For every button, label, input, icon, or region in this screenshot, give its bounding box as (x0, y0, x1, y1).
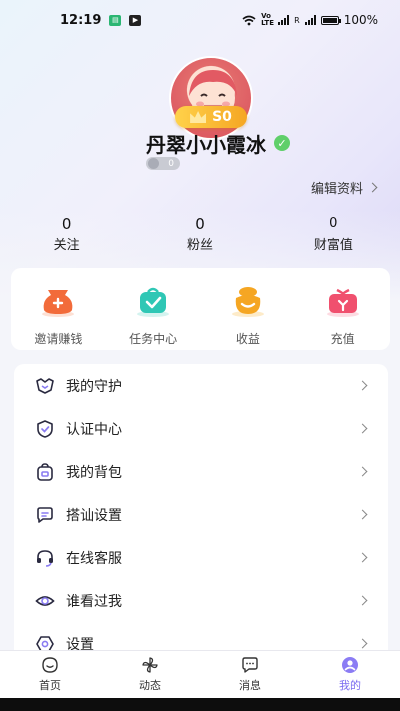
home-icon (42, 657, 58, 673)
stat-value: 0 (329, 216, 338, 231)
chevron-right-icon (357, 552, 368, 563)
level-value: 0 (168, 158, 174, 169)
menu-item-greeting-settings[interactable]: 搭讪设置 (14, 493, 388, 536)
roaming-label: R (294, 15, 300, 25)
tab-feed[interactable]: 动态 (100, 651, 200, 698)
stat-value: 0 (195, 215, 205, 233)
headset-icon (37, 549, 53, 567)
tab-label: 动态 (139, 679, 161, 692)
shield-check-icon (37, 419, 53, 438)
menu-label: 搭讪设置 (66, 507, 122, 524)
menu-label: 在线客服 (66, 550, 122, 567)
chevron-right-icon (357, 509, 368, 520)
menu-item-customer-service[interactable]: 在线客服 (14, 536, 388, 579)
tab-label: 消息 (239, 679, 261, 692)
signal-icon-2 (304, 15, 316, 25)
stat-label: 财富值 (313, 238, 353, 253)
eye-icon (35, 595, 55, 606)
menu-list: 我的守护 认证中心 我的背包 搭讪设置 在线客服 谁看过我 设置 (14, 364, 388, 664)
guard-icon (36, 377, 54, 394)
shortcut-earnings[interactable]: 收益 (201, 268, 296, 350)
notification-app-icon: ▤ (109, 14, 122, 26)
profile-icon (342, 657, 358, 673)
youtube-icon: ▶ (129, 14, 142, 26)
tab-messages[interactable]: 消息 (200, 651, 300, 698)
chevron-right-icon (357, 466, 368, 477)
status-bar: 12:19 ▤ ▶ Vo LTE R 100% (0, 0, 400, 40)
username-row: 丹翠小小霞冰 ✓ (146, 128, 290, 158)
tab-me[interactable]: 我的 (300, 651, 400, 698)
level-badge: S0 (175, 106, 247, 128)
shortcut-card: 邀请赚钱 任务中心 收益 充值 (11, 268, 390, 350)
money-bag-icon (42, 290, 75, 317)
level-pill: 0 (146, 157, 180, 170)
shortcut-invite[interactable]: 邀请赚钱 (11, 268, 106, 350)
message-icon (242, 657, 258, 673)
chevron-right-icon (357, 380, 368, 391)
crown-icon (190, 111, 207, 123)
stat-label: 关注 (53, 238, 80, 253)
tab-home[interactable]: 首页 (0, 651, 100, 698)
shortcut-recharge[interactable]: 充值 (295, 268, 390, 350)
battery-icon (320, 15, 341, 25)
wifi-icon (242, 15, 256, 25)
menu-label: 我的背包 (66, 464, 122, 481)
system-nav-bar (0, 698, 400, 711)
backpack-icon (37, 462, 53, 481)
stat-wealth[interactable]: 0 财富值 (267, 214, 400, 256)
signal-icon (278, 15, 290, 25)
shortcut-label: 任务中心 (129, 332, 178, 346)
tab-label: 首页 (39, 679, 61, 692)
chevron-right-icon (367, 182, 378, 193)
pinwheel-icon (142, 657, 158, 673)
verified-icon: ✓ (274, 135, 290, 151)
tab-label: 我的 (339, 679, 361, 692)
menu-item-verification[interactable]: 认证中心 (14, 407, 388, 450)
chevron-right-icon (357, 595, 368, 606)
menu-item-visitors[interactable]: 谁看过我 (14, 579, 388, 622)
stat-fans[interactable]: 0 粉丝 (133, 214, 266, 256)
chat-bubble-icon (37, 506, 53, 523)
menu-label: 认证中心 (66, 421, 122, 438)
shortcut-label: 邀请赚钱 (34, 332, 83, 346)
status-time: 12:19 (60, 12, 102, 28)
stat-label: 粉丝 (186, 238, 213, 253)
gift-box-icon (326, 288, 359, 317)
stat-value: 0 (61, 215, 72, 233)
level-icon (148, 158, 159, 169)
stat-following[interactable]: 0 关注 (0, 214, 133, 256)
badge-label: S0 (212, 109, 232, 125)
shortcut-label: 充值 (330, 332, 355, 346)
chevron-right-icon (357, 423, 368, 434)
edit-profile-link[interactable]: 编辑资料 (310, 178, 378, 197)
stats-row: 0 关注 0 粉丝 0 财富值 (0, 214, 400, 256)
task-bag-icon (137, 287, 170, 317)
bottom-tab-bar: 首页 动态 消息 我的 (0, 650, 400, 698)
edit-profile-label: 编辑资料 (310, 182, 363, 197)
menu-item-backpack[interactable]: 我的背包 (14, 450, 388, 493)
coin-pouch-icon (231, 287, 264, 317)
volte-label: Vo LTE (261, 12, 274, 27)
menu-item-guard[interactable]: 我的守护 (14, 364, 388, 407)
username: 丹翠小小霞冰 (146, 132, 266, 157)
shortcut-label: 收益 (235, 332, 260, 346)
shortcut-tasks[interactable]: 任务中心 (106, 268, 201, 350)
chevron-right-icon (357, 638, 368, 649)
battery-percent: 100% (343, 13, 378, 27)
menu-label: 我的守护 (66, 378, 122, 395)
menu-label: 谁看过我 (66, 593, 122, 610)
